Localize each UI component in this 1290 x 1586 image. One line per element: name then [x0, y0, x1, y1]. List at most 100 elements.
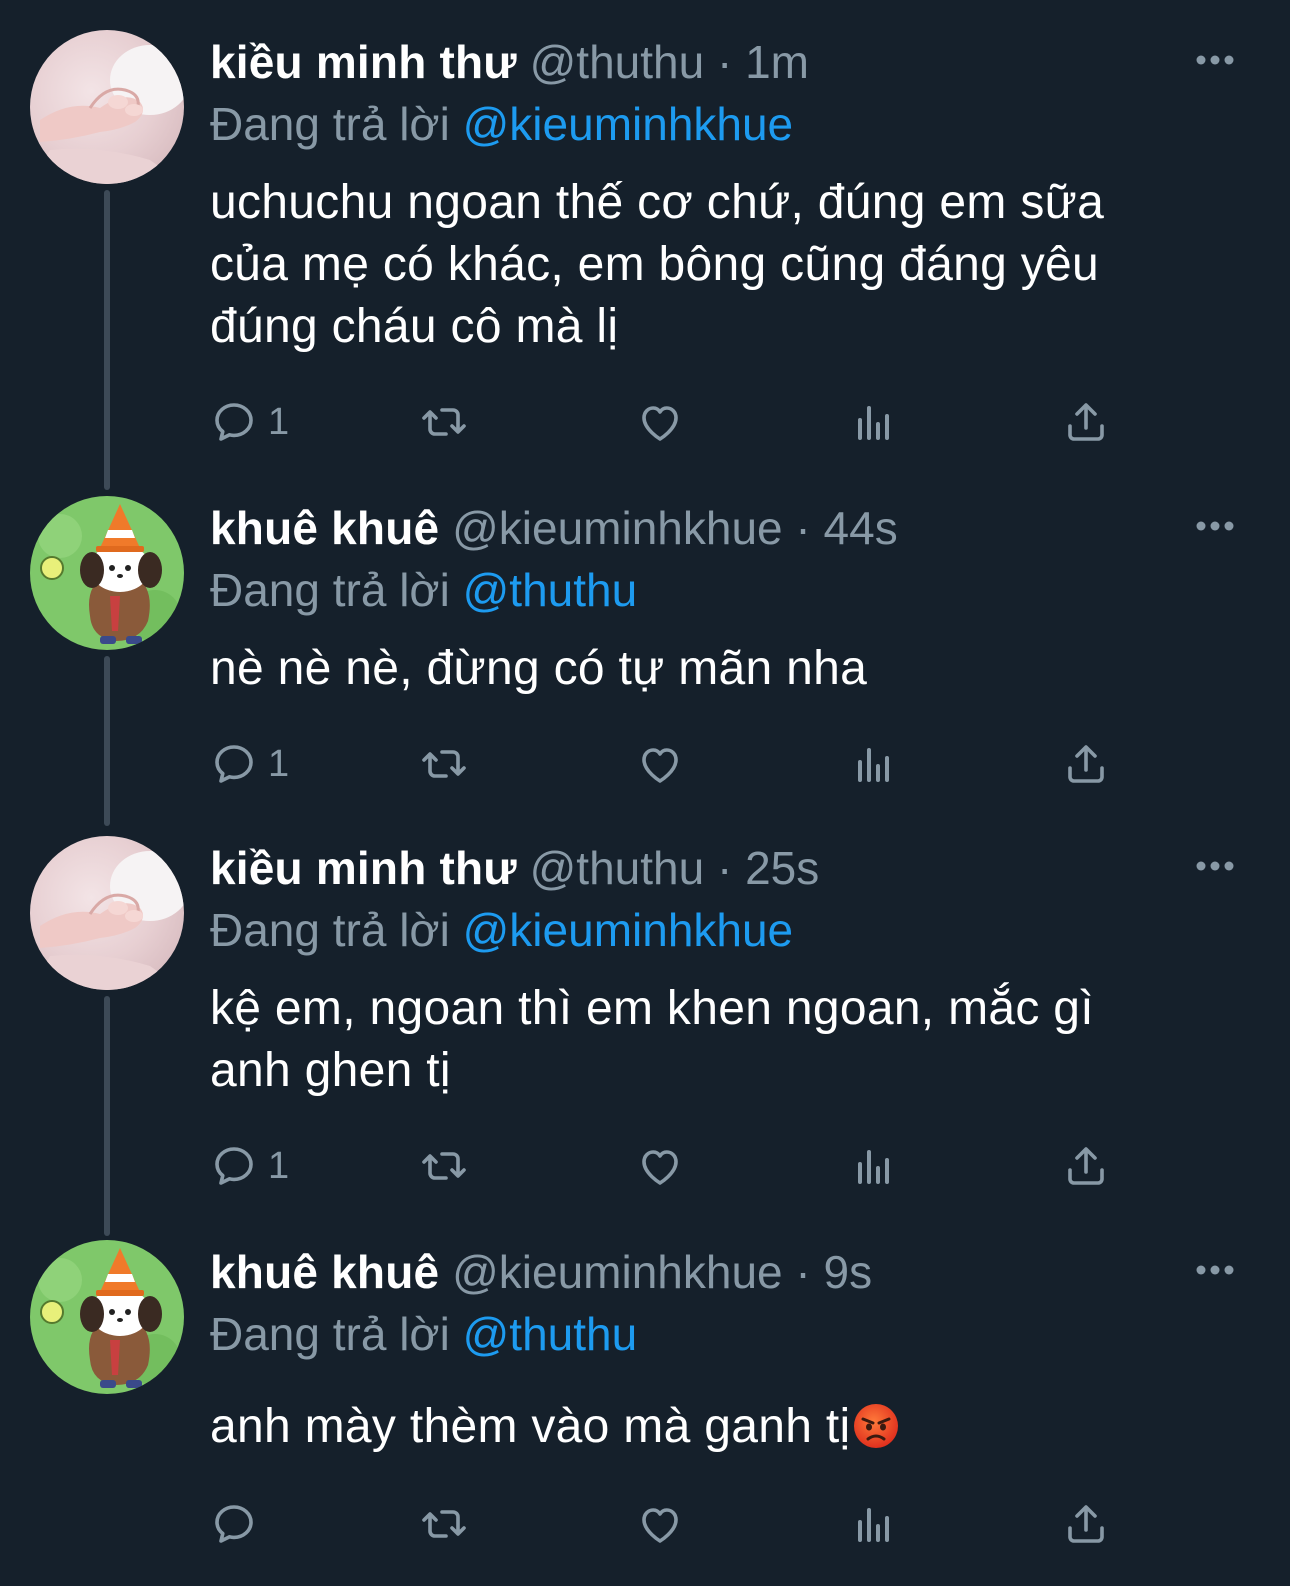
like-button[interactable]	[636, 738, 684, 790]
action-bar: 1	[210, 1140, 1110, 1192]
handle[interactable]: @kieuminhkhue	[452, 1246, 783, 1298]
timestamp[interactable]: 1m	[745, 36, 809, 88]
reply-count: 1	[268, 743, 290, 785]
replying-to: Đang trả lời @thuthu	[210, 562, 637, 618]
action-bar: 1	[210, 396, 1110, 448]
retweet-button[interactable]	[420, 1140, 468, 1192]
mention-link[interactable]: @kieuminhkhue	[463, 904, 794, 956]
display-name[interactable]: kiều minh thư	[210, 36, 517, 88]
share-icon	[1068, 1505, 1104, 1543]
analytics-icon	[858, 748, 889, 782]
timestamp[interactable]: 25s	[745, 842, 819, 894]
retweet-button[interactable]	[420, 738, 468, 790]
thread-line	[104, 190, 110, 490]
reply-button[interactable]: 1	[210, 1140, 289, 1192]
handle[interactable]: @kieuminhkhue	[452, 502, 783, 554]
cartoon-dog-cone-avatar-icon	[30, 1240, 184, 1394]
mention-link[interactable]: @thuthu	[463, 564, 638, 616]
reply-icon	[215, 745, 253, 783]
cartoon-dog-cone-avatar-icon	[30, 496, 184, 650]
more-options-icon[interactable]	[1196, 1258, 1234, 1282]
tweet-text-line: nè nè nè, đừng có tự mãn nha	[210, 642, 868, 695]
tweet-text-line: đúng cháu cô mà lị	[210, 300, 619, 353]
avatar[interactable]	[30, 496, 184, 650]
avatar[interactable]	[30, 1240, 184, 1394]
reply-icon	[215, 403, 253, 441]
tweet-text: uchuchu ngoan thế cơ chứ, đúng em sữa củ…	[210, 172, 1210, 358]
display-name[interactable]: kiều minh thư	[210, 842, 517, 894]
share-button[interactable]	[1062, 1498, 1110, 1550]
share-button[interactable]	[1062, 738, 1110, 790]
mention-link[interactable]: @kieuminhkhue	[463, 98, 794, 150]
replying-prefix: Đang trả lời	[210, 904, 450, 956]
tweet-header: khuê khuê @kieuminhkhue · 44s	[210, 500, 898, 556]
tweet-text: kệ em, ngoan thì em khen ngoan, mắc gì a…	[210, 978, 1210, 1102]
timestamp[interactable]: 44s	[824, 502, 898, 554]
handle[interactable]: @thuthu	[530, 842, 705, 894]
action-bar: 1	[210, 738, 1110, 790]
retweet-button[interactable]	[420, 1498, 468, 1550]
retweet-button[interactable]	[420, 396, 468, 448]
like-button[interactable]	[636, 1498, 684, 1550]
separator: ·	[795, 1246, 811, 1298]
more-options-icon[interactable]	[1196, 48, 1234, 72]
reply-button[interactable]: 1	[210, 738, 289, 790]
retweet-icon	[422, 1152, 466, 1180]
analytics-button[interactable]	[850, 738, 898, 790]
tweet-header: khuê khuê @kieuminhkhue · 9s	[210, 1244, 872, 1300]
tweet-header: kiều minh thư @thuthu · 1m	[210, 34, 809, 90]
more-options-icon[interactable]	[1196, 854, 1234, 878]
replying-prefix: Đang trả lời	[210, 564, 450, 616]
more-options-icon[interactable]	[1196, 514, 1234, 538]
replying-to: Đang trả lời @kieuminhkhue	[210, 96, 793, 152]
thread-line	[104, 656, 110, 826]
action-bar	[210, 1498, 1110, 1550]
separator: ·	[716, 36, 733, 88]
tweet-text: anh mày thèm vào mà ganh tị	[210, 1396, 1210, 1458]
reply-button[interactable]: 1	[210, 396, 289, 448]
tweet-text-line: của mẹ có khác, em bông cũng đáng yêu	[210, 238, 1099, 291]
heart-icon	[642, 1150, 678, 1185]
share-button[interactable]	[1062, 1140, 1110, 1192]
heart-icon	[642, 406, 678, 441]
heart-icon	[642, 1508, 678, 1543]
heart-icon	[642, 748, 678, 783]
baby-hand-avatar-icon	[30, 836, 184, 990]
separator: ·	[795, 502, 811, 554]
timestamp[interactable]: 9s	[824, 1246, 873, 1298]
analytics-icon	[858, 1150, 889, 1184]
tweet-text-line: anh ghen tị	[210, 1044, 451, 1097]
handle[interactable]: @thuthu	[530, 36, 705, 88]
avatar[interactable]	[30, 836, 184, 990]
reply-icon	[215, 1505, 253, 1543]
analytics-button[interactable]	[850, 1140, 898, 1192]
thread-line	[104, 996, 110, 1236]
reply-icon	[215, 1147, 253, 1185]
separator: ·	[716, 842, 733, 894]
analytics-button[interactable]	[850, 1498, 898, 1550]
like-button[interactable]	[636, 1140, 684, 1192]
replying-prefix: Đang trả lời	[210, 1308, 450, 1360]
tweet-text-line: kệ em, ngoan thì em khen ngoan, mắc gì	[210, 982, 1094, 1035]
mention-link[interactable]: @thuthu	[463, 1308, 638, 1360]
share-button[interactable]	[1062, 396, 1110, 448]
tweet-text-line: anh mày thèm vào mà ganh tị	[210, 1396, 1210, 1458]
angry-face-emoji-icon	[854, 1404, 899, 1448]
reply-button[interactable]	[210, 1498, 268, 1550]
like-button[interactable]	[636, 396, 684, 448]
avatar[interactable]	[30, 30, 184, 184]
retweet-icon	[422, 750, 466, 778]
tweet-text-content: anh mày thèm vào mà ganh tị	[210, 1400, 851, 1453]
display-name[interactable]: khuê khuê	[210, 1246, 439, 1298]
retweet-icon	[422, 1510, 466, 1538]
share-icon	[1068, 745, 1104, 783]
analytics-icon	[858, 406, 889, 440]
replying-to: Đang trả lời @thuthu	[210, 1306, 637, 1362]
display-name[interactable]: khuê khuê	[210, 502, 439, 554]
analytics-button[interactable]	[850, 396, 898, 448]
replying-to: Đang trả lời @kieuminhkhue	[210, 902, 793, 958]
tweet-text-line: uchuchu ngoan thế cơ chứ, đúng em sữa	[210, 176, 1105, 229]
share-icon	[1068, 403, 1104, 441]
tweet-header: kiều minh thư @thuthu · 25s	[210, 840, 819, 896]
baby-hand-avatar-icon	[30, 30, 184, 184]
